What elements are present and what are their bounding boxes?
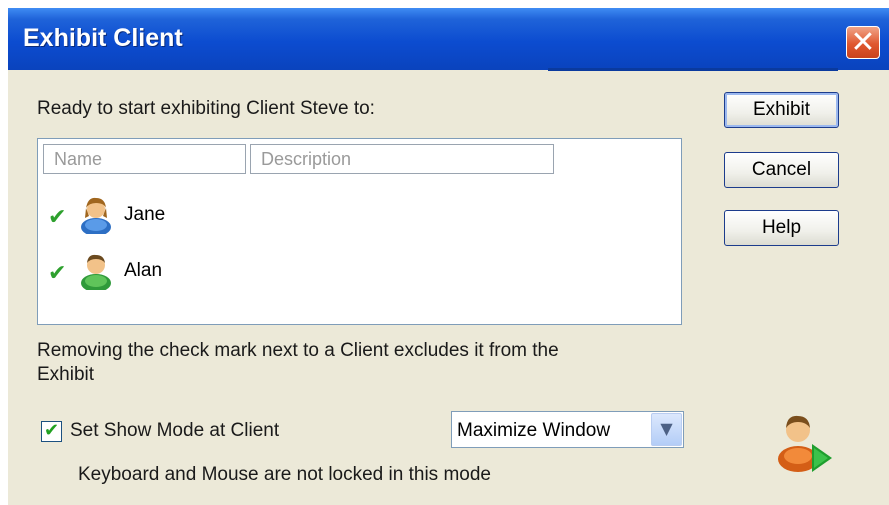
help-button[interactable]: Help [724, 210, 839, 246]
title-bar-divider [548, 68, 838, 71]
show-mode-label[interactable]: Set Show Mode at Client [70, 420, 279, 442]
male-user-icon [81, 254, 111, 290]
cancel-button[interactable]: Cancel [724, 152, 839, 188]
exhibit-button[interactable]: Exhibit [724, 92, 839, 128]
exhibit-client-dialog: Exhibit Client ✕ Ready to start exhibiti… [8, 8, 889, 505]
client-list[interactable]: Name Description ✔ Jane ✔ Alan [37, 138, 682, 325]
list-item[interactable]: ✔ Alan [38, 250, 678, 290]
intro-label: Ready to start exhibiting Client Steve t… [37, 98, 375, 119]
show-mode-selected-value: Maximize Window [457, 420, 611, 441]
column-header-name[interactable]: Name [43, 144, 246, 174]
client-name: Alan [124, 260, 163, 281]
show-mode-checkbox[interactable]: ✔ [41, 420, 62, 442]
exhibit-user-play-icon [778, 415, 832, 472]
chevron-down-icon: ▼ [660, 419, 673, 438]
checkbox-check-icon: ✔ [44, 420, 60, 441]
check-mark-icon[interactable]: ✔ [48, 263, 66, 285]
close-button[interactable]: ✕ [846, 25, 880, 60]
show-mode-select[interactable]: Maximize Window ▼ [451, 411, 684, 448]
female-user-icon [81, 197, 111, 234]
note-text-line-1: Removing the check mark next to a Client… [37, 340, 559, 361]
show-mode-hint: Keyboard and Mouse are not locked in thi… [78, 464, 491, 485]
dialog-title: Exhibit Client [23, 24, 183, 52]
check-mark-icon[interactable]: ✔ [48, 207, 66, 229]
column-header-description[interactable]: Description [250, 144, 554, 174]
dropdown-arrow-button[interactable]: ▼ [651, 413, 682, 446]
close-icon: ✕ [850, 25, 876, 60]
note-text-line-2: Exhibit [37, 364, 95, 385]
title-bar[interactable]: Exhibit Client ✕ [8, 8, 889, 70]
list-item[interactable]: ✔ Jane [38, 194, 678, 234]
client-name: Jane [124, 204, 166, 225]
